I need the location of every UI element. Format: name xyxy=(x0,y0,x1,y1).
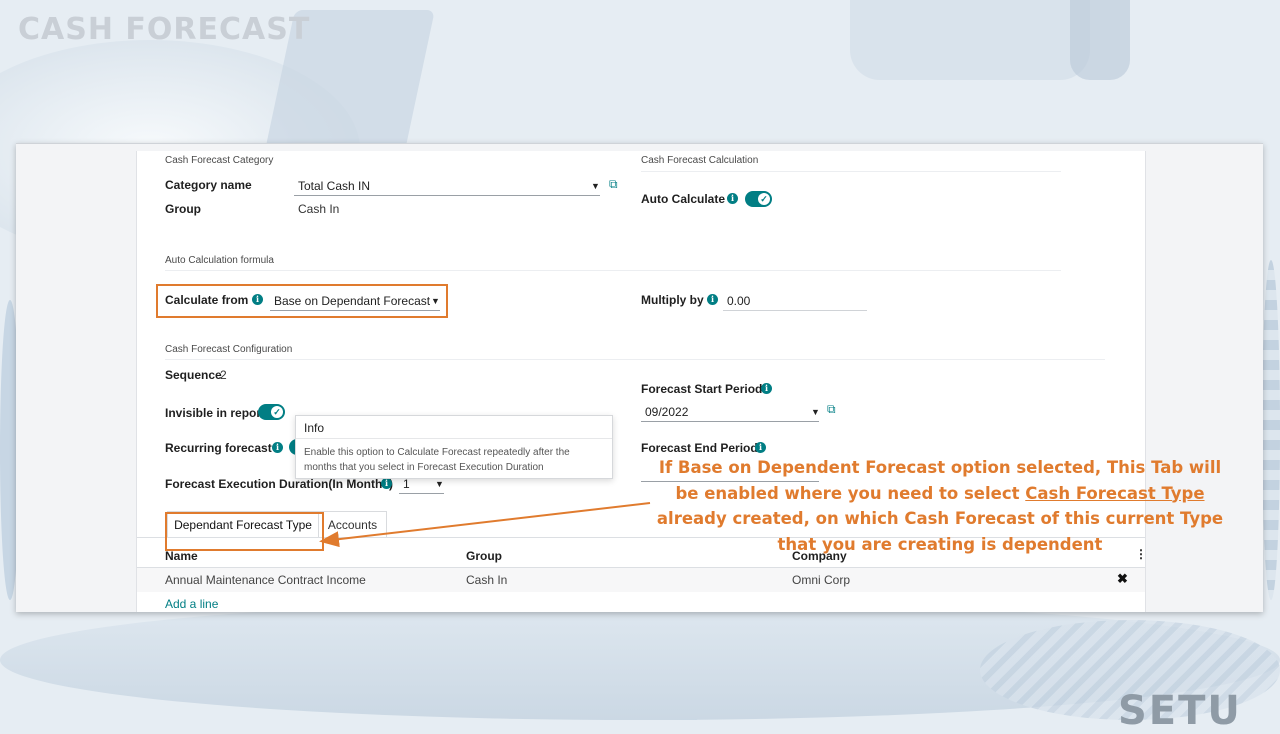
info-tooltip: Info Enable this option to Calculate For… xyxy=(295,415,613,479)
callout-text: If Base on Dependent Forecast option sel… xyxy=(655,455,1225,557)
chevron-down-icon[interactable]: ▼ xyxy=(591,181,600,191)
auto-calculate-label: Auto Calculate xyxy=(641,192,726,206)
add-line-link[interactable]: Add a line xyxy=(165,597,218,611)
recurring-label: Recurring forecast xyxy=(165,441,272,455)
highlight-dependant-tab xyxy=(165,512,324,551)
sequence-label: Sequence xyxy=(165,368,222,382)
group-label: Group xyxy=(165,202,201,216)
external-link-icon[interactable]: ⧉ xyxy=(827,402,836,417)
info-icon[interactable]: i xyxy=(272,442,283,453)
section-title-configuration: Cash Forecast Configuration xyxy=(165,344,293,355)
category-name-field[interactable]: Total Cash IN xyxy=(294,178,600,196)
column-header-name[interactable]: Name xyxy=(165,549,198,563)
table-row[interactable]: Annual Maintenance Contract Income Cash … xyxy=(137,568,1145,592)
section-title-calculation: Cash Forecast Calculation xyxy=(641,155,759,166)
column-header-group[interactable]: Group xyxy=(466,549,502,563)
tooltip-title: Info xyxy=(296,416,612,439)
info-icon[interactable]: i xyxy=(707,294,718,305)
delete-row-icon[interactable]: ✖ xyxy=(1117,571,1128,587)
multiply-by-label: Multiply by xyxy=(641,293,704,307)
highlight-calculate-from xyxy=(156,284,448,318)
row-company: Omni Corp xyxy=(792,573,851,587)
brand-logo: SETU xyxy=(1118,688,1242,734)
chevron-down-icon[interactable]: ▼ xyxy=(811,407,820,417)
start-period-label: Forecast Start Period xyxy=(641,382,763,396)
info-icon[interactable]: i xyxy=(755,442,766,453)
callout-part2: already created, on which Cash Forecast … xyxy=(656,509,1224,554)
section-title-category: Cash Forecast Category xyxy=(165,155,274,166)
category-name-label: Category name xyxy=(165,178,252,192)
invisible-label: Invisible in report xyxy=(165,406,266,420)
multiply-by-field[interactable]: 0.00 xyxy=(723,293,867,311)
start-period-field[interactable]: 09/2022 xyxy=(641,404,819,422)
auto-calculate-toggle[interactable]: ✓ xyxy=(745,191,772,207)
callout-underlined: Cash Forecast Type xyxy=(1025,483,1205,503)
tab-accounts[interactable]: Accounts xyxy=(318,511,387,537)
section-title-formula: Auto Calculation formula xyxy=(165,255,274,266)
sequence-value: 2 xyxy=(220,368,227,382)
end-period-label: Forecast End Period xyxy=(641,441,758,455)
info-icon[interactable]: i xyxy=(761,383,772,394)
tooltip-text: Enable this option to Calculate Forecast… xyxy=(304,447,570,473)
external-link-icon[interactable]: ⧉ xyxy=(609,177,618,192)
group-value: Cash In xyxy=(298,202,340,216)
invisible-toggle[interactable]: ✓ xyxy=(258,404,285,420)
slide-title: CASH FORECAST xyxy=(18,12,311,47)
row-group: Cash In xyxy=(466,573,508,587)
info-icon[interactable]: i xyxy=(727,193,738,204)
row-name: Annual Maintenance Contract Income xyxy=(165,573,366,587)
